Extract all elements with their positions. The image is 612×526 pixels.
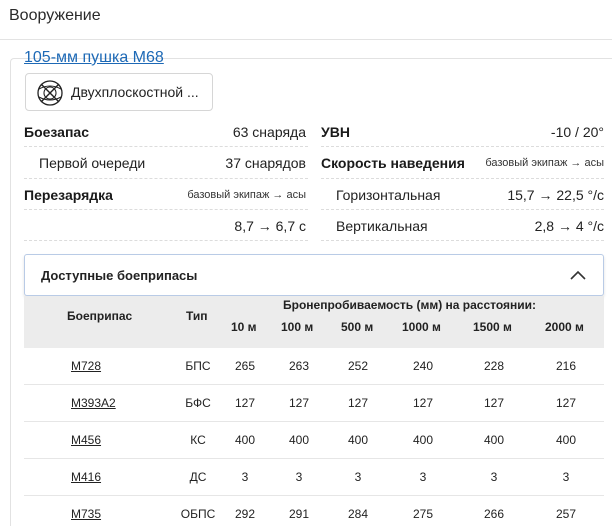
- shell-type: ДС: [189, 470, 207, 484]
- col-type: Тип: [186, 309, 208, 323]
- ammo-label: Боезапас: [24, 124, 89, 140]
- horizontal-value: 15,7 → 22,5 °/с: [507, 187, 604, 203]
- pen-value: 127: [347, 396, 369, 410]
- pen-value: 400: [234, 433, 256, 447]
- pen-value: 3: [562, 470, 570, 484]
- pen-value: 263: [288, 359, 310, 373]
- modification-label: Двухплоскостной ...: [71, 84, 199, 100]
- divider: [24, 178, 308, 179]
- pen-value: 127: [483, 396, 505, 410]
- pen-value: 400: [412, 433, 434, 447]
- pen-value: 127: [288, 396, 310, 410]
- pen-value: 265: [234, 359, 256, 373]
- divider: [24, 209, 308, 210]
- pen-value: 257: [555, 507, 577, 521]
- pen-value: 127: [234, 396, 256, 410]
- pen-value: 3: [419, 470, 427, 484]
- horizontal-label: Горизонтальная: [336, 187, 441, 203]
- vertical-guidance-value: -10 / 20°: [550, 124, 604, 140]
- table-row: M416 ДС 3 3 3 3 3 3: [24, 459, 604, 496]
- first-stage-label: Первой очереди: [39, 155, 146, 171]
- table-row: M393A2 БФС 127 127 127 127 127 127: [24, 385, 604, 422]
- stabilizer-icon: [37, 80, 63, 106]
- col-distance: 500 м: [341, 320, 374, 334]
- pen-value: 3: [354, 470, 362, 484]
- pen-value: 284: [347, 507, 369, 521]
- col-shell: Боеприпас: [67, 309, 133, 323]
- pen-value: 292: [234, 507, 256, 521]
- modification-button[interactable]: Двухплоскостной ...: [25, 73, 213, 111]
- table-row: M728 БПС 265 263 252 240 228 216: [24, 348, 604, 385]
- shell-type: КС: [190, 433, 206, 447]
- reload-label: Перезарядка: [24, 187, 113, 203]
- col-distance: 1500 м: [473, 320, 512, 334]
- shell-type: ОБПС: [180, 507, 216, 521]
- section-header: Вооружение: [0, 0, 612, 40]
- table-row: M735 ОБПС 292 291 284 275 266 257: [24, 496, 604, 526]
- vertical-label: Вертикальная: [336, 218, 428, 234]
- pen-value: 400: [483, 433, 505, 447]
- pen-value: 3: [241, 470, 249, 484]
- vertical-guidance-label: УВН: [321, 124, 350, 140]
- divider: [321, 209, 604, 210]
- divider: [24, 146, 308, 147]
- weapon-name-link[interactable]: 105-мм пушка M68: [24, 49, 164, 67]
- divider: [321, 146, 604, 147]
- reload-note: базовый экипаж → асы: [187, 189, 306, 201]
- ammo-table-header: Боеприпас Тип Бронепробиваемость (мм) на…: [24, 296, 604, 348]
- first-stage-value: 37 снарядов: [225, 155, 306, 171]
- pen-value: 216: [555, 359, 577, 373]
- pen-value: 3: [295, 470, 303, 484]
- divider: [24, 240, 308, 241]
- shell-name-link[interactable]: M728: [71, 359, 101, 373]
- divider: [321, 240, 604, 241]
- col-penetration: Бронепробиваемость (мм) на расстоянии:: [283, 298, 537, 312]
- col-distance: 100 м: [281, 320, 314, 334]
- pen-value: 240: [412, 359, 434, 373]
- ammo-title: Доступные боеприпасы: [41, 268, 198, 283]
- pen-value: 400: [347, 433, 369, 447]
- pen-value: 3: [490, 470, 498, 484]
- pen-value: 400: [288, 433, 310, 447]
- pen-value: 127: [412, 396, 434, 410]
- section-title: Вооружение: [9, 7, 101, 24]
- pen-value: 291: [288, 507, 310, 521]
- divider: [321, 178, 604, 179]
- pen-value: 275: [412, 507, 434, 521]
- shell-name-link[interactable]: M393A2: [71, 396, 116, 410]
- shell-name-link[interactable]: M416: [71, 470, 101, 484]
- ammo-value: 63 снаряда: [232, 124, 306, 140]
- pen-value: 127: [555, 396, 577, 410]
- shell-type: БПС: [185, 359, 211, 373]
- shell-name-link[interactable]: M735: [71, 507, 101, 521]
- traverse-label: Скорость наведения: [321, 155, 465, 171]
- ammo-accordion-header[interactable]: Доступные боеприпасы: [24, 254, 604, 296]
- ammo-panel: Доступные боеприпасы Боеприпас Тип Броне…: [24, 254, 604, 526]
- vertical-value: 2,8 → 4 °/с: [534, 218, 604, 234]
- pen-value: 252: [347, 359, 369, 373]
- pen-value: 400: [555, 433, 577, 447]
- table-row: M456 КС 400 400 400 400 400 400: [24, 422, 604, 459]
- pen-value: 266: [483, 507, 505, 521]
- shell-type: БФС: [185, 396, 211, 410]
- col-distance: 2000 м: [545, 320, 584, 334]
- shell-name-link[interactable]: M456: [71, 433, 101, 447]
- pen-value: 228: [483, 359, 505, 373]
- col-distance: 1000 м: [402, 320, 441, 334]
- col-distance: 10 м: [231, 320, 257, 334]
- chevron-up-icon[interactable]: [568, 267, 588, 283]
- traverse-note: базовый экипаж → асы: [485, 157, 604, 169]
- reload-value: 8,7 → 6,7 с: [234, 218, 306, 234]
